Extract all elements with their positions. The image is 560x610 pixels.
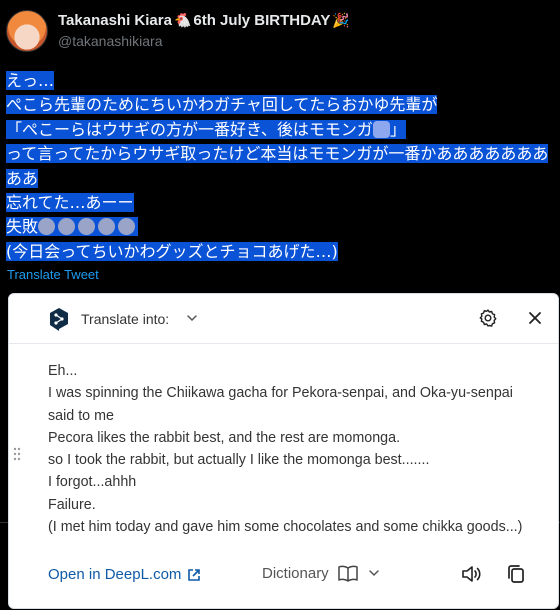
speaker-icon[interactable] [460, 563, 482, 585]
sad-face-emoji-icon [58, 218, 76, 236]
translation-line: so I took the rabbit, but actually I lik… [48, 452, 430, 469]
chicken-emoji-icon: 🐔 [173, 12, 192, 28]
tweet-line: って言ってたからウサギ取ったけど本当はモモンガが一番かあああああああ [6, 144, 549, 164]
open-in-deepl-label[interactable]: Open in DeepL.com [48, 566, 181, 583]
author-info: Takanashi Kiara 🐔 6th July BIRTHDAY 🎉 @t… [58, 12, 350, 49]
close-icon[interactable] [527, 310, 543, 326]
drag-handle-icon[interactable] [12, 446, 22, 462]
display-name-suffix: 6th July BIRTHDAY [193, 12, 331, 29]
tweet-line: (今日会ってちいかわグッズとチョコあげた…) [6, 241, 338, 261]
deepl-logo-icon [50, 308, 68, 331]
tweet-line: ぺこら先輩のためにちいかわガチャ回してたらおかゆ先輩が [6, 95, 438, 115]
translation-text: Eh... I was spinning the Chiikawa gacha … [48, 360, 548, 538]
tweet-line: 失敗 [6, 217, 39, 237]
tweet-line: 「ぺこーらはウサギの方が一番好き、後はモモンガ [6, 119, 373, 139]
dictionary-label[interactable]: Dictionary [262, 565, 329, 582]
popup-header: Translate into: [9, 294, 558, 344]
tweet-header: Takanashi Kiara 🐔 6th July BIRTHDAY 🎉 @t… [6, 10, 350, 52]
user-handle[interactable]: @takanashikiara [58, 33, 350, 49]
tweet-line-end: 」 [389, 119, 406, 139]
translation-line: I forgot...ahhh [48, 474, 137, 491]
tweet-text: えっ… ぺこら先輩のためにちいかわガチャ回してたらおかゆ先輩が 「ぺこーらはウサ… [6, 69, 560, 264]
sad-face-emoji-icon [98, 218, 116, 236]
open-in-deepl-link[interactable]: Open in DeepL.com [48, 566, 201, 583]
translation-line: (I met him today and gave him some choco… [48, 519, 523, 536]
party-popper-emoji-icon: 🎉 [332, 12, 350, 28]
translation-line: said to me [48, 407, 114, 424]
translation-line: Eh... [48, 363, 78, 379]
target-language-label[interactable]: Translate into: [81, 311, 169, 327]
tweet-line: えっ… [6, 71, 55, 90]
book-icon[interactable] [337, 564, 359, 582]
translation-line: I was spinning the Chiikawa gacha for Pe… [48, 385, 513, 402]
display-name-text[interactable]: Takanashi Kiara [58, 12, 172, 29]
tweet-line: ああ [6, 168, 39, 188]
display-name[interactable]: Takanashi Kiara 🐔 6th July BIRTHDAY 🎉 [58, 12, 350, 29]
external-link-icon[interactable] [187, 568, 201, 582]
chevron-down-icon[interactable] [367, 566, 381, 580]
tweet-line: 忘れてた…あーー [6, 193, 134, 213]
translation-line: Failure. [48, 496, 96, 513]
sad-face-emoji-icon [38, 218, 56, 236]
avatar[interactable] [6, 10, 48, 52]
copy-icon[interactable] [505, 563, 527, 585]
sad-face-emoji-icon [118, 218, 136, 236]
translation-line: Pecora likes the rabbit best, and the re… [48, 429, 401, 446]
sad-face-emoji-icon [78, 218, 96, 236]
peace-hand-emoji-icon [372, 120, 390, 138]
translate-tweet-link[interactable]: Translate Tweet [7, 267, 99, 282]
deepl-translation-popup: Translate into: Eh... I was spinning the… [8, 293, 559, 609]
gear-icon[interactable] [478, 308, 498, 328]
chevron-down-icon[interactable] [185, 311, 199, 325]
popup-footer: Open in DeepL.com Dictionary [9, 556, 558, 592]
dictionary-button[interactable]: Dictionary [262, 564, 381, 582]
